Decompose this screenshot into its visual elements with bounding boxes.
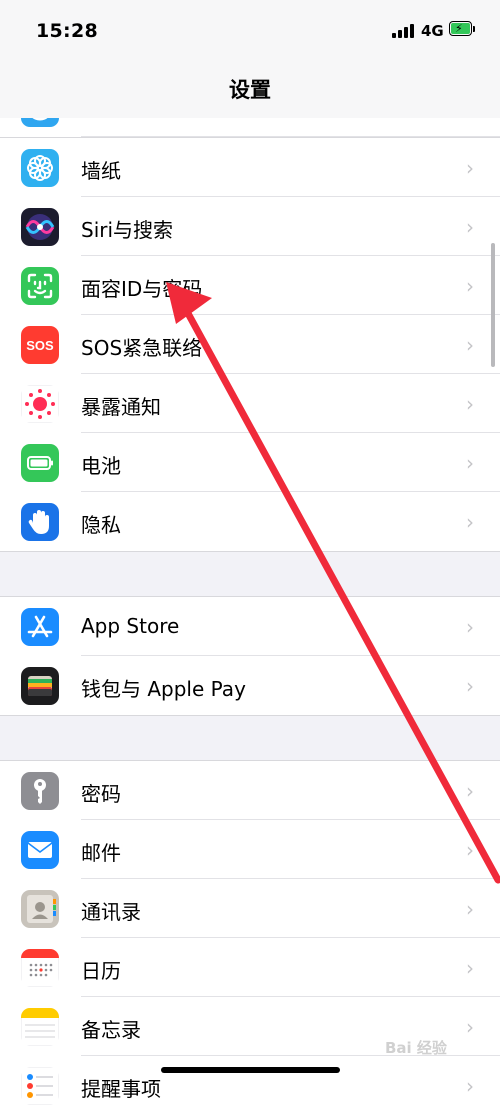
settings-row-label: 电池 — [81, 454, 121, 478]
chevron-right-icon: › — [466, 1074, 474, 1098]
home-indicator[interactable] — [161, 1067, 340, 1073]
wallet-icon — [21, 667, 59, 705]
app-store-icon — [21, 608, 59, 646]
face-id-icon — [21, 267, 59, 305]
signal-bars-icon — [392, 22, 416, 38]
chevron-right-icon: › — [466, 510, 474, 534]
settings-row-passwords[interactable]: 密码 › — [0, 761, 500, 820]
settings-row-sos[interactable]: SOS SOS紧急联络 › — [0, 315, 500, 374]
chevron-right-icon: › — [466, 956, 474, 980]
settings-group-1: 墙纸 › Siri与搜索 › 面容ID与密码 › SOS SOS紧急联络 › 暴… — [0, 137, 500, 552]
settings-row-label: 通讯录 — [81, 900, 141, 924]
chevron-right-icon: › — [466, 274, 474, 298]
settings-row-contacts[interactable]: 通讯录 › — [0, 879, 500, 938]
settings-row-label: 备忘录 — [81, 1018, 141, 1042]
battery-charging-icon: ⚡ — [449, 21, 476, 38]
chevron-right-icon: › — [466, 615, 474, 639]
settings-row-label: 面容ID与密码 — [81, 277, 203, 301]
settings-row-label: 隐私 — [81, 513, 121, 537]
privacy-hand-icon — [21, 503, 59, 541]
settings-row-battery[interactable]: 电池 › — [0, 433, 500, 492]
siri-icon — [21, 208, 59, 246]
settings-row-calendar[interactable]: 日历 › — [0, 938, 500, 997]
chevron-right-icon: › — [466, 838, 474, 862]
settings-row-label: SOS紧急联络 — [81, 336, 203, 360]
key-icon — [21, 772, 59, 810]
chevron-right-icon: › — [466, 333, 474, 357]
settings-row-siri[interactable]: Siri与搜索 › — [0, 197, 500, 256]
chevron-right-icon: › — [466, 392, 474, 416]
watermark-text: Bai 经验 — [385, 1039, 447, 1057]
network-type: 4G — [421, 22, 444, 40]
settings-row-label: 墙纸 — [81, 159, 121, 183]
settings-list: 墙纸 › Siri与搜索 › 面容ID与密码 › SOS SOS紧急联络 › 暴… — [0, 0, 500, 1115]
notes-icon — [21, 1008, 59, 1046]
battery-icon — [21, 444, 59, 482]
settings-row-label: Siri与搜索 — [81, 218, 174, 242]
settings-row-label: 钱包与 Apple Pay — [81, 677, 246, 701]
settings-row-wallpaper[interactable]: 墙纸 › — [0, 138, 500, 197]
chevron-right-icon: › — [466, 674, 474, 698]
chevron-right-icon: › — [466, 156, 474, 180]
contacts-icon — [21, 890, 59, 928]
settings-row-reminders[interactable]: 提醒事项 › — [0, 1056, 500, 1115]
calendar-icon — [21, 949, 59, 987]
settings-row-privacy[interactable]: 隐私 › — [0, 492, 500, 551]
mail-icon — [21, 831, 59, 869]
chevron-right-icon: › — [466, 1015, 474, 1039]
settings-row-label: 暴露通知 — [81, 395, 161, 419]
settings-row-app-store[interactable]: App Store › — [0, 597, 500, 656]
scrollbar[interactable] — [491, 243, 495, 367]
wallpaper-icon — [21, 149, 59, 187]
settings-row-mail[interactable]: 邮件 › — [0, 820, 500, 879]
settings-row-label: App Store — [81, 614, 180, 638]
settings-group-3: 密码 › 邮件 › 通讯录 › 日历 › 备忘录 › 提醒事项 › — [0, 760, 500, 1115]
settings-row-label: 提醒事项 — [81, 1077, 161, 1101]
sos-icon: SOS — [21, 326, 59, 364]
settings-row-label: 邮件 — [81, 841, 121, 865]
settings-row-label: 日历 — [81, 959, 121, 983]
reminders-icon — [21, 1067, 59, 1105]
status-time: 15:28 — [36, 20, 98, 42]
chevron-right-icon: › — [466, 451, 474, 475]
page-title: 设置 — [229, 78, 271, 102]
settings-row-wallet[interactable]: 钱包与 Apple Pay › — [0, 656, 500, 715]
chevron-right-icon: › — [466, 779, 474, 803]
nav-bar: 设置 — [0, 62, 500, 118]
settings-row-label: 密码 — [81, 782, 121, 806]
chevron-right-icon: › — [466, 897, 474, 921]
chevron-right-icon: › — [466, 215, 474, 239]
settings-row-exposure[interactable]: 暴露通知 › — [0, 374, 500, 433]
exposure-notification-icon — [21, 385, 59, 423]
settings-group-2: App Store › 钱包与 Apple Pay › — [0, 596, 500, 716]
status-bar: 15:28 4G ⚡ — [0, 0, 500, 62]
settings-row-face-id[interactable]: 面容ID与密码 › — [0, 256, 500, 315]
svg-text:SOS: SOS — [26, 338, 54, 353]
